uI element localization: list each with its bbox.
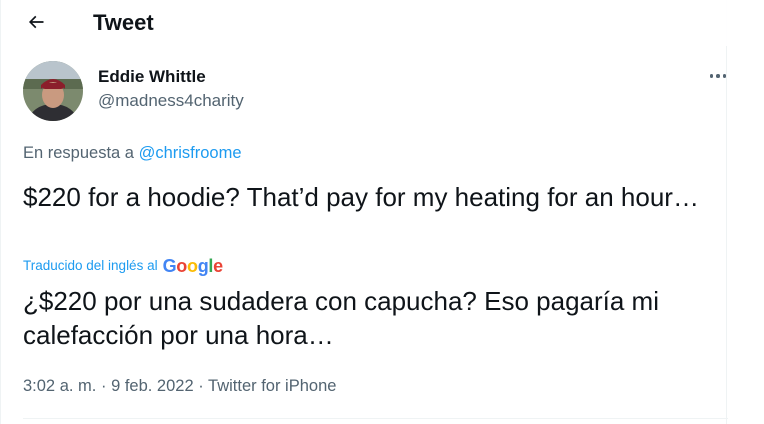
avatar[interactable]: [23, 61, 83, 121]
arrow-left-icon: [28, 15, 44, 29]
tweet-date[interactable]: 9 feb. 2022: [111, 377, 194, 395]
translated-by-label: Traducido del inglés al: [23, 258, 158, 273]
meta-separator: ·: [100, 377, 107, 395]
translated-text: ¿$220 por una sudadera con capucha? Eso …: [23, 286, 659, 350]
tweet-panel: Tweet Eddie Whittle @madness4charity En …: [0, 0, 728, 424]
author-handle[interactable]: @madness4charity: [98, 91, 244, 111]
page-title: Tweet: [93, 10, 154, 35]
user-avatar-image: [23, 61, 83, 121]
tweet-source[interactable]: Twitter for iPhone: [208, 377, 336, 395]
more-horizontal-icon: [709, 74, 714, 78]
tweet-meta: 3:02 a. m. · 9 feb. 2022 · Twitter for i…: [23, 376, 336, 396]
more-options-button[interactable]: [701, 62, 735, 90]
google-logo: Google: [162, 256, 224, 276]
author-display-name[interactable]: Eddie Whittle: [98, 67, 206, 87]
tweet-time[interactable]: 3:02 a. m.: [23, 377, 96, 395]
tweet-text: $220 for a hoodie? That’d pay for my hea…: [23, 182, 699, 212]
page-header: Tweet: [1, 0, 728, 46]
reply-context: En respuesta a @chrisfroome: [23, 143, 242, 163]
divider: [23, 418, 728, 419]
meta-separator: ·: [198, 377, 204, 395]
translation-attribution[interactable]: Traducido del inglés al Google: [23, 256, 223, 276]
back-button[interactable]: [19, 5, 53, 39]
reply-prefix: En respuesta a: [23, 144, 134, 162]
reply-mention-link[interactable]: @chrisfroome: [139, 144, 242, 162]
